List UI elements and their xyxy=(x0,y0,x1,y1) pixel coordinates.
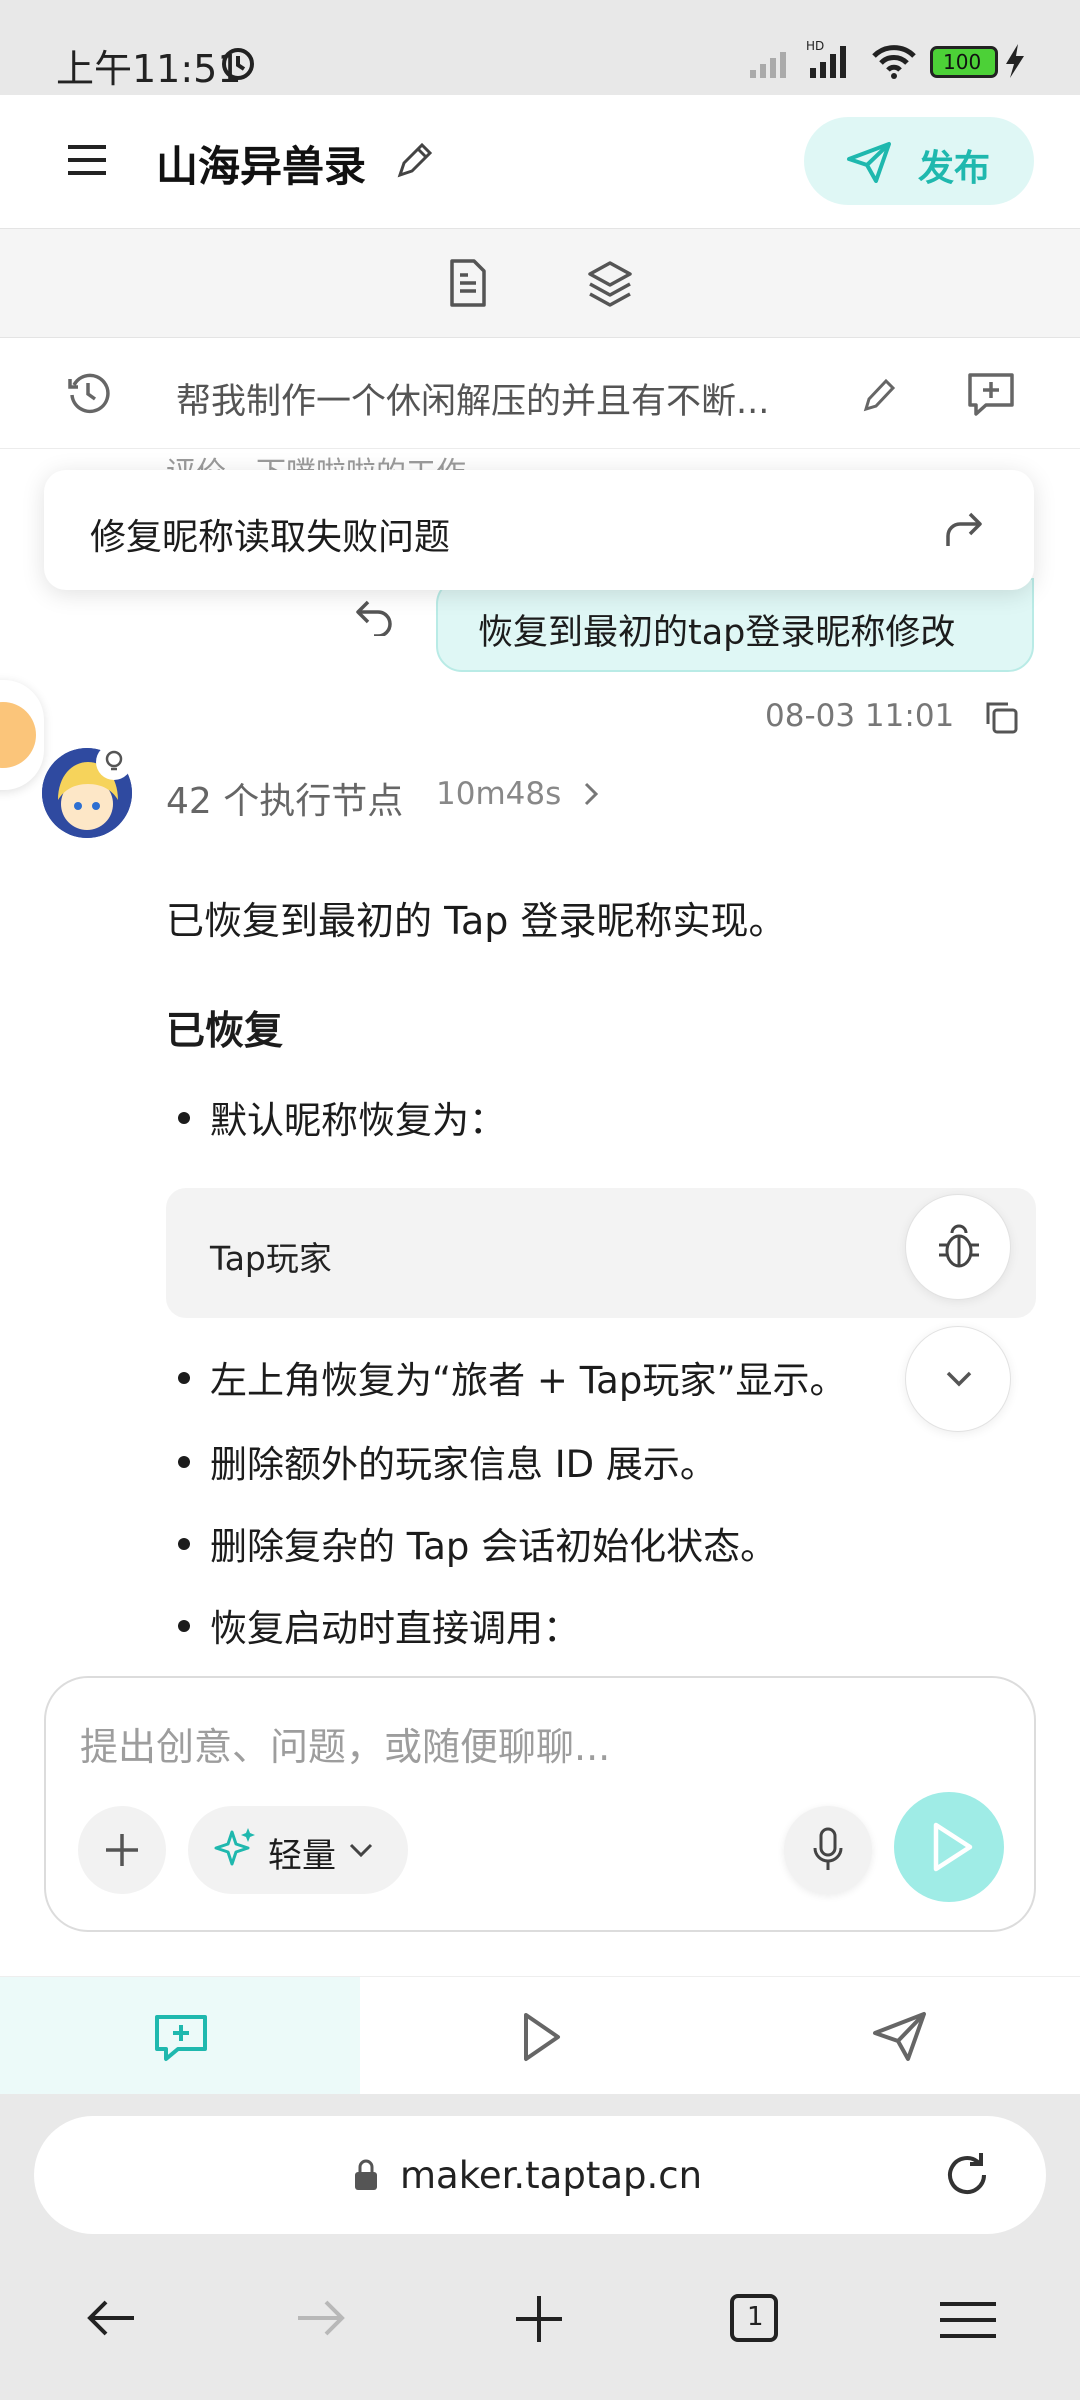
side-float-widget[interactable] xyxy=(0,680,44,790)
exec-duration: 10m48s xyxy=(436,776,562,812)
layers-icon[interactable] xyxy=(586,259,634,309)
svg-text:HD: HD xyxy=(806,39,824,53)
assistant-heading: 已恢复 xyxy=(166,1009,284,1054)
url-text: maker.taptap.cn xyxy=(400,2154,703,2197)
tab-preview[interactable] xyxy=(360,1977,720,2095)
chevron-down-icon xyxy=(946,1371,972,1387)
back-icon[interactable] xyxy=(86,2298,136,2338)
publish-button[interactable]: 发布 xyxy=(804,117,1034,205)
publish-label: 发布 xyxy=(918,148,991,189)
sparkle-icon xyxy=(214,1828,255,1866)
chevron-down-icon xyxy=(349,1843,373,1858)
battery-level: 100 xyxy=(943,50,982,74)
plus-icon xyxy=(106,1834,138,1866)
history-icon[interactable] xyxy=(66,371,110,415)
alarm-icon xyxy=(222,48,254,80)
bug-icon xyxy=(939,1224,979,1268)
mode-label: 轻量 xyxy=(268,1836,336,1876)
bottom-tab-bar xyxy=(0,1976,1080,2095)
list-item-text: 默认昵称恢复为： xyxy=(210,1099,506,1142)
debug-button[interactable] xyxy=(905,1194,1011,1300)
reload-icon[interactable] xyxy=(940,2148,994,2202)
edit-prompt-icon[interactable] xyxy=(862,375,898,413)
play-send-icon xyxy=(933,1822,973,1872)
tab-count: 1 xyxy=(747,2302,764,2332)
code-text: Tap玩家 xyxy=(210,1239,332,1278)
app-header: 山海异兽录 发布 xyxy=(0,95,1080,227)
list-item-text: 删除额外的玩家信息 ID 展示。 xyxy=(210,1443,717,1486)
message-datetime: 08-03 11:01 xyxy=(765,698,955,734)
user-message-bubble: 恢复到最初的tap登录昵称修改 xyxy=(436,578,1034,672)
edit-title-icon[interactable] xyxy=(394,141,434,181)
exec-node-count[interactable]: 42 个执行节点 xyxy=(166,772,403,824)
address-bar[interactable]: maker.taptap.cn xyxy=(34,2116,1046,2234)
tabs-button[interactable]: 1 xyxy=(730,2294,778,2342)
faded-line: 评价，下噗啦啦的工作 xyxy=(166,448,466,470)
mode-selector[interactable]: 轻量 xyxy=(188,1806,408,1894)
lock-icon xyxy=(355,2159,377,2190)
new-chat-icon[interactable] xyxy=(966,369,1016,419)
tab-publish[interactable] xyxy=(720,1977,1080,2095)
browser-menu-icon[interactable] xyxy=(940,2300,996,2340)
wifi-icon xyxy=(872,45,916,79)
signal-hd-icon: HD xyxy=(806,39,846,78)
chat-icon xyxy=(155,2015,207,2061)
assistant-intro: 已恢复到最初的 Tap 登录昵称实现。 xyxy=(166,899,787,943)
tool-row xyxy=(0,228,1080,338)
scroll-down-button[interactable] xyxy=(905,1326,1011,1432)
battery-icon: 100 xyxy=(930,46,998,78)
send-icon xyxy=(873,2012,926,2061)
send-button[interactable] xyxy=(894,1792,1004,1902)
prompt-text[interactable]: 帮我制作一个休闲解压的并且有不断... xyxy=(176,373,836,424)
browser-toolbar: maker.taptap.cn 1 xyxy=(0,2094,1080,2400)
list-item-text: 恢复启动时直接调用： xyxy=(210,1607,580,1650)
microphone-icon xyxy=(813,1827,843,1870)
new-tab-icon[interactable] xyxy=(514,2294,564,2344)
status-bar: 上午11:51 HD 100 xyxy=(0,0,1080,95)
list-item-text: 删除复杂的 Tap 会话初始化状态。 xyxy=(210,1525,778,1568)
signal-weak-icon xyxy=(750,52,786,78)
list-item-text: 左上角恢复为“旅者 + Tap玩家”显示。 xyxy=(210,1359,847,1402)
user-message-text: 恢复到最初的tap登录昵称修改 xyxy=(478,613,956,653)
copy-icon[interactable] xyxy=(984,700,1020,736)
chat-input-card: 提出创意、问题，或随便聊聊... 轻量 xyxy=(44,1676,1036,1932)
suggestion-card[interactable]: 修复昵称读取失败问题 xyxy=(44,470,1034,590)
prompt-row: 帮我制作一个休闲解压的并且有不断... xyxy=(0,339,1080,449)
suggestion-text: 修复昵称读取失败问题 xyxy=(90,517,451,558)
idea-badge-icon xyxy=(96,744,132,780)
share-arrow-icon[interactable] xyxy=(944,510,984,548)
charging-icon xyxy=(1006,44,1024,78)
undo-icon[interactable] xyxy=(354,598,396,636)
chevron-right-icon[interactable] xyxy=(582,780,600,808)
page-title: 山海异兽录 xyxy=(156,142,367,191)
forward-icon[interactable] xyxy=(296,2298,346,2338)
play-icon xyxy=(524,2013,560,2061)
voice-input-button[interactable] xyxy=(784,1806,872,1894)
chat-input[interactable]: 提出创意、问题，或随便聊聊... xyxy=(80,1716,610,1771)
tab-chat[interactable] xyxy=(0,1977,360,2095)
menu-icon[interactable] xyxy=(68,143,106,177)
add-attachment-button[interactable] xyxy=(78,1806,166,1894)
side-float-icon xyxy=(0,702,36,768)
document-icon[interactable] xyxy=(448,259,488,307)
send-icon xyxy=(847,142,891,183)
status-time: 上午11:51 xyxy=(56,47,242,91)
